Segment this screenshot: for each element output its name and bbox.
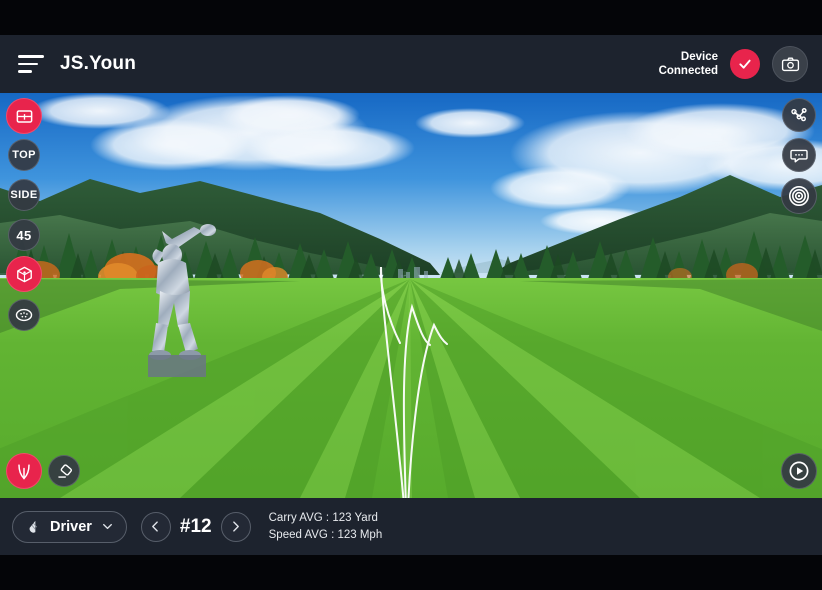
node-graph-icon — [791, 108, 807, 122]
shot-number-label: #12 — [179, 515, 212, 537]
app-window: JS.Youn Device Connected TOP SIDE 45 Dri… — [0, 35, 822, 555]
speed-avg-label: Speed AVG : 123 Mph — [268, 528, 383, 541]
cube-icon — [16, 266, 32, 282]
camera-icon — [781, 56, 799, 71]
play-icon — [789, 461, 809, 481]
previous-shot-button[interactable] — [140, 511, 171, 542]
status-badge — [730, 49, 760, 79]
play-replay-button[interactable] — [781, 453, 817, 489]
letterbox-top — [0, 0, 822, 35]
sidebar-item-three-d-view[interactable] — [6, 256, 42, 292]
device-status-line1: Device — [680, 50, 718, 63]
simulator-view[interactable]: TOP SIDE 45 — [0, 93, 822, 498]
sidebar-item-ball-view[interactable] — [8, 299, 40, 331]
golf-scene — [0, 93, 822, 498]
sidebar-item-angle-45-view[interactable]: 45 — [8, 219, 40, 251]
header-right-group: Device Connected — [659, 46, 808, 82]
bottom-toolbar: Driver #12 Carry AVG: 123 Yard Speed AV… — [0, 498, 822, 555]
sidebar-item-side-view[interactable]: SIDE — [8, 179, 40, 211]
app-screen: JS.Youn Device Connected TOP SIDE 45 Dri… — [0, 0, 822, 590]
device-status-line2: Connected — [658, 65, 718, 77]
club-name-label: Driver — [50, 518, 92, 535]
chevron-down-icon — [102, 523, 112, 530]
shot-graph-button[interactable] — [782, 98, 816, 132]
next-shot-button[interactable] — [220, 511, 251, 542]
layout-icon — [16, 109, 32, 123]
average-stats: Carry AVG : 123 Yard Speed AVG : 123 Mph — [269, 510, 383, 543]
device-status-text: Device Connected — [659, 50, 718, 79]
shot-navigator: #12 — [140, 511, 251, 542]
golf-ball-icon — [15, 308, 33, 322]
carry-avg-label: Carry AVG : 123 Yard — [268, 511, 378, 524]
sidebar-item-label: 45 — [16, 227, 32, 243]
trajectory-icon — [18, 464, 30, 480]
trajectory-toggle-button[interactable] — [6, 453, 42, 489]
chevron-left-icon — [152, 521, 159, 532]
hamburger-icon[interactable] — [18, 55, 44, 73]
letterbox-bottom — [0, 555, 822, 590]
sidebar-item-top-view[interactable]: TOP — [8, 139, 40, 171]
camera-button[interactable] — [772, 46, 808, 82]
check-icon — [739, 59, 751, 69]
golf-club-icon — [29, 520, 38, 533]
club-select-dropdown[interactable]: Driver — [12, 510, 127, 543]
chat-bubble-icon — [790, 149, 808, 163]
app-header: JS.Youn Device Connected — [0, 35, 822, 93]
erase-trajectory-button[interactable] — [48, 455, 80, 487]
chat-panel-button[interactable] — [782, 138, 816, 172]
sidebar-item-label: TOP — [12, 149, 36, 161]
page-title: JS.Youn — [60, 53, 136, 74]
target-view-button[interactable] — [781, 178, 817, 214]
target-icon — [789, 186, 809, 206]
sidebar-item-layout-view[interactable] — [6, 98, 42, 134]
eraser-icon — [57, 463, 72, 478]
sidebar-item-label: SIDE — [10, 189, 38, 201]
chevron-right-icon — [233, 521, 240, 532]
